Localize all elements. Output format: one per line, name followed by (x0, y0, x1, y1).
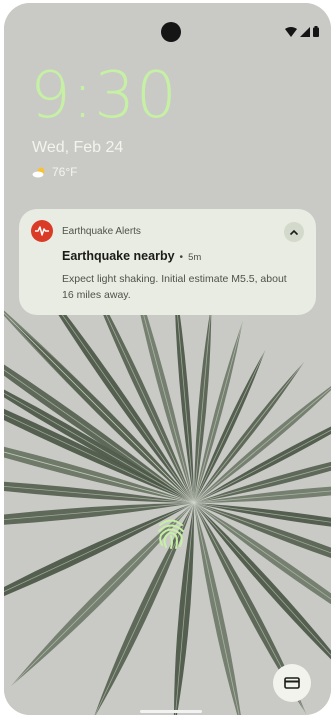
lock-screen: 9:30 Wed, Feb 24 76°F Earthquake Alerts … (4, 3, 331, 715)
signal-icon (300, 26, 310, 37)
wifi-icon (285, 26, 297, 37)
partly-cloudy-icon (32, 167, 45, 177)
battery-icon (313, 26, 319, 37)
chevron-up-icon (289, 229, 299, 235)
collapse-notification-button[interactable] (284, 222, 304, 242)
fingerprint-icon[interactable] (157, 516, 185, 550)
weather-temperature: 76°F (52, 165, 78, 179)
credit-card-icon (284, 677, 300, 689)
notification-title: Earthquake nearby (62, 249, 175, 263)
home-gesture-bar[interactable] (140, 710, 202, 713)
notification-time: 5m (188, 252, 202, 263)
wallet-button[interactable] (273, 664, 311, 702)
earthquake-notification[interactable]: Earthquake Alerts Earthquake nearby • 5m… (19, 209, 316, 315)
notification-app-name: Earthquake Alerts (62, 226, 141, 237)
front-camera (161, 22, 181, 42)
status-bar-icons (285, 26, 319, 37)
notification-separator: • (179, 252, 184, 263)
earthquake-alert-icon (31, 220, 53, 242)
weather-summary: 76°F (32, 165, 77, 179)
notification-header: Earthquake nearby • 5m (62, 249, 201, 263)
lockscreen-date: Wed, Feb 24 (32, 139, 124, 156)
notification-body: Expect light shaking. Initial estimate M… (62, 273, 287, 301)
lockscreen-clock: 9:30 (30, 59, 178, 133)
